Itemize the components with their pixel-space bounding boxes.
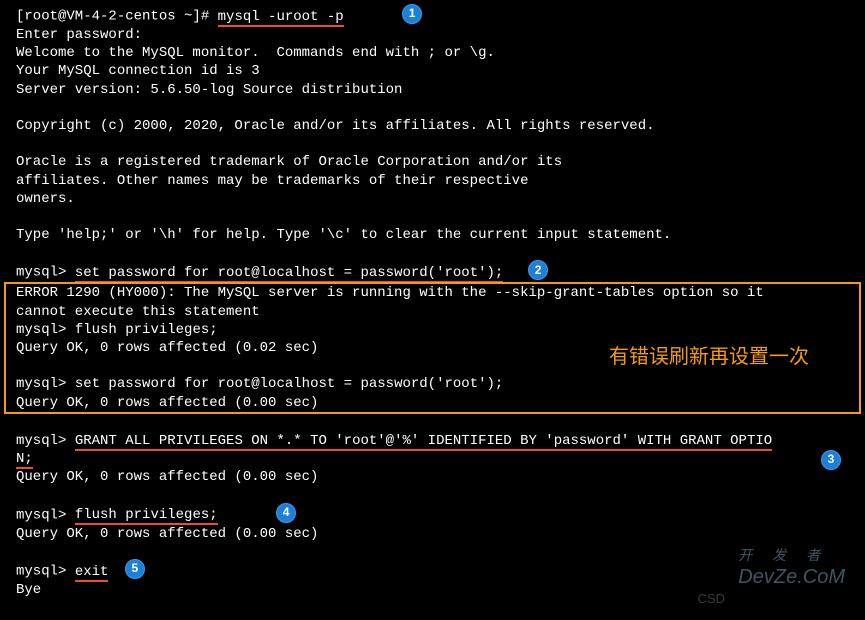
- shell-prompt-line: [root@VM-4-2-centos ~]# mysql -uroot -p …: [16, 6, 849, 26]
- blank-line: [16, 244, 849, 262]
- mysql-prompt: mysql>: [16, 322, 66, 338]
- grant-continuation-line: N; 3: [16, 450, 849, 468]
- annotation-badge-1: 1: [402, 4, 422, 24]
- query-ok-line: Query OK, 0 rows affected (0.00 sec): [16, 468, 849, 486]
- flush-privileges-line: mysql> flush privileges;: [16, 321, 849, 339]
- welcome-line: Welcome to the MySQL monitor. Commands e…: [16, 44, 849, 62]
- flush-command: flush privileges;: [75, 322, 218, 338]
- query-ok-line: Query OK, 0 rows affected (0.00 sec): [16, 525, 849, 543]
- shell-prompt: [root@VM-4-2-centos ~]#: [16, 9, 209, 25]
- blank-line: [16, 208, 849, 226]
- error-highlight-box: ERROR 1290 (HY000): The MySQL server is …: [4, 282, 861, 413]
- annotation-badge-2: 2: [528, 260, 548, 280]
- server-version-line: Server version: 5.6.50-log Source distri…: [16, 81, 849, 99]
- mysql-prompt: mysql>: [16, 433, 66, 449]
- trademark-line-3: owners.: [16, 190, 849, 208]
- grant-command: GRANT ALL PRIVILEGES ON *.* TO 'root'@'%…: [75, 433, 772, 451]
- query-ok-line: Query OK, 0 rows affected (0.00 sec): [16, 394, 849, 412]
- annotation-badge-5: 5: [125, 559, 145, 579]
- flush-command-2: flush privileges;: [75, 507, 218, 525]
- trademark-line-2: affiliates. Other names may be trademark…: [16, 172, 849, 190]
- blank-line: [16, 99, 849, 117]
- set-password-line: mysql> set password for root@localhost =…: [16, 262, 849, 282]
- blank-line: [16, 543, 849, 561]
- annotation-badge-4: 4: [276, 503, 296, 523]
- chinese-annotation: 有错误刷新再设置一次: [609, 344, 809, 370]
- blank-line: [16, 135, 849, 153]
- mysql-prompt: mysql>: [16, 507, 66, 523]
- mysql-prompt: mysql>: [16, 265, 66, 281]
- grant-command-cont: N;: [16, 451, 33, 469]
- copyright-line: Copyright (c) 2000, 2020, Oracle and/or …: [16, 117, 849, 135]
- exit-line: mysql> exit 5: [16, 561, 849, 581]
- trademark-line-1: Oracle is a registered trademark of Orac…: [16, 153, 849, 171]
- flush-privileges-line-2: mysql> flush privileges; 4: [16, 505, 849, 525]
- help-line: Type 'help;' or '\h' for help. Type '\c'…: [16, 226, 849, 244]
- exit-command: exit: [75, 564, 109, 582]
- bye-line: Bye: [16, 581, 849, 599]
- set-password-retry-line: mysql> set password for root@localhost =…: [16, 375, 849, 393]
- set-password-retry-command: set password for root@localhost = passwo…: [75, 376, 503, 392]
- mysql-prompt: mysql>: [16, 564, 66, 580]
- error-line-1: ERROR 1290 (HY000): The MySQL server is …: [16, 284, 849, 302]
- mysql-login-command: mysql -uroot -p: [218, 9, 344, 27]
- blank-line: [16, 414, 849, 432]
- blank-line: [16, 487, 849, 505]
- grant-privileges-line: mysql> GRANT ALL PRIVILEGES ON *.* TO 'r…: [16, 432, 849, 450]
- set-password-command: set password for root@localhost = passwo…: [75, 265, 503, 283]
- connection-id-line: Your MySQL connection id is 3: [16, 62, 849, 80]
- error-line-2: cannot execute this statement: [16, 303, 849, 321]
- enter-password-line: Enter password:: [16, 26, 849, 44]
- annotation-badge-3: 3: [821, 450, 841, 470]
- mysql-prompt: mysql>: [16, 376, 66, 392]
